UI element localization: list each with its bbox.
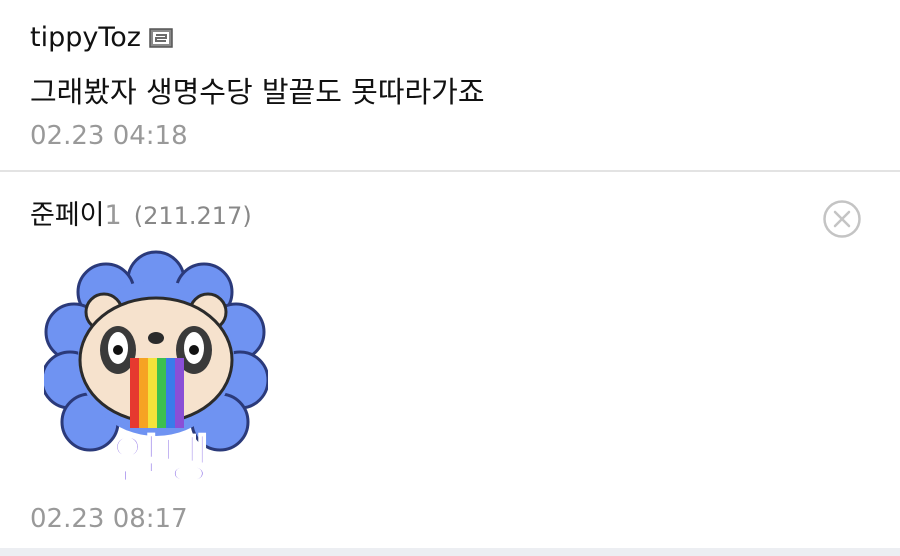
author-name[interactable]: tippyToz: [30, 22, 141, 53]
comment-author[interactable]: tippyToz: [30, 20, 173, 56]
comment-time: 02.23 08:17: [30, 504, 188, 534]
author-ip: (211.217): [133, 202, 252, 230]
author-name[interactable]: 준페이: [30, 200, 105, 231]
author-suffix: 1: [104, 200, 122, 231]
comment-text: 그래봤자 생명수당 발끝도 못따라가죠: [30, 75, 485, 109]
circle-x-icon[interactable]: [822, 199, 862, 239]
comment-time: 02.23 04:18: [30, 121, 188, 151]
comment-item: tippyToz 그래봤자 생명수당 발끝도 못따라가죠 02.23 04:18: [0, 0, 900, 170]
comment-author[interactable]: 준페이1 (211.217): [30, 198, 252, 234]
list-bottom-divider: [0, 548, 900, 556]
sticker-caption: 얼탱: [111, 430, 212, 492]
comment-item: 준페이1 (211.217) 얼탱 02.23 08:17: [0, 172, 900, 548]
sticker-image: 얼탱: [40, 250, 270, 492]
member-badge-icon: [149, 22, 173, 48]
